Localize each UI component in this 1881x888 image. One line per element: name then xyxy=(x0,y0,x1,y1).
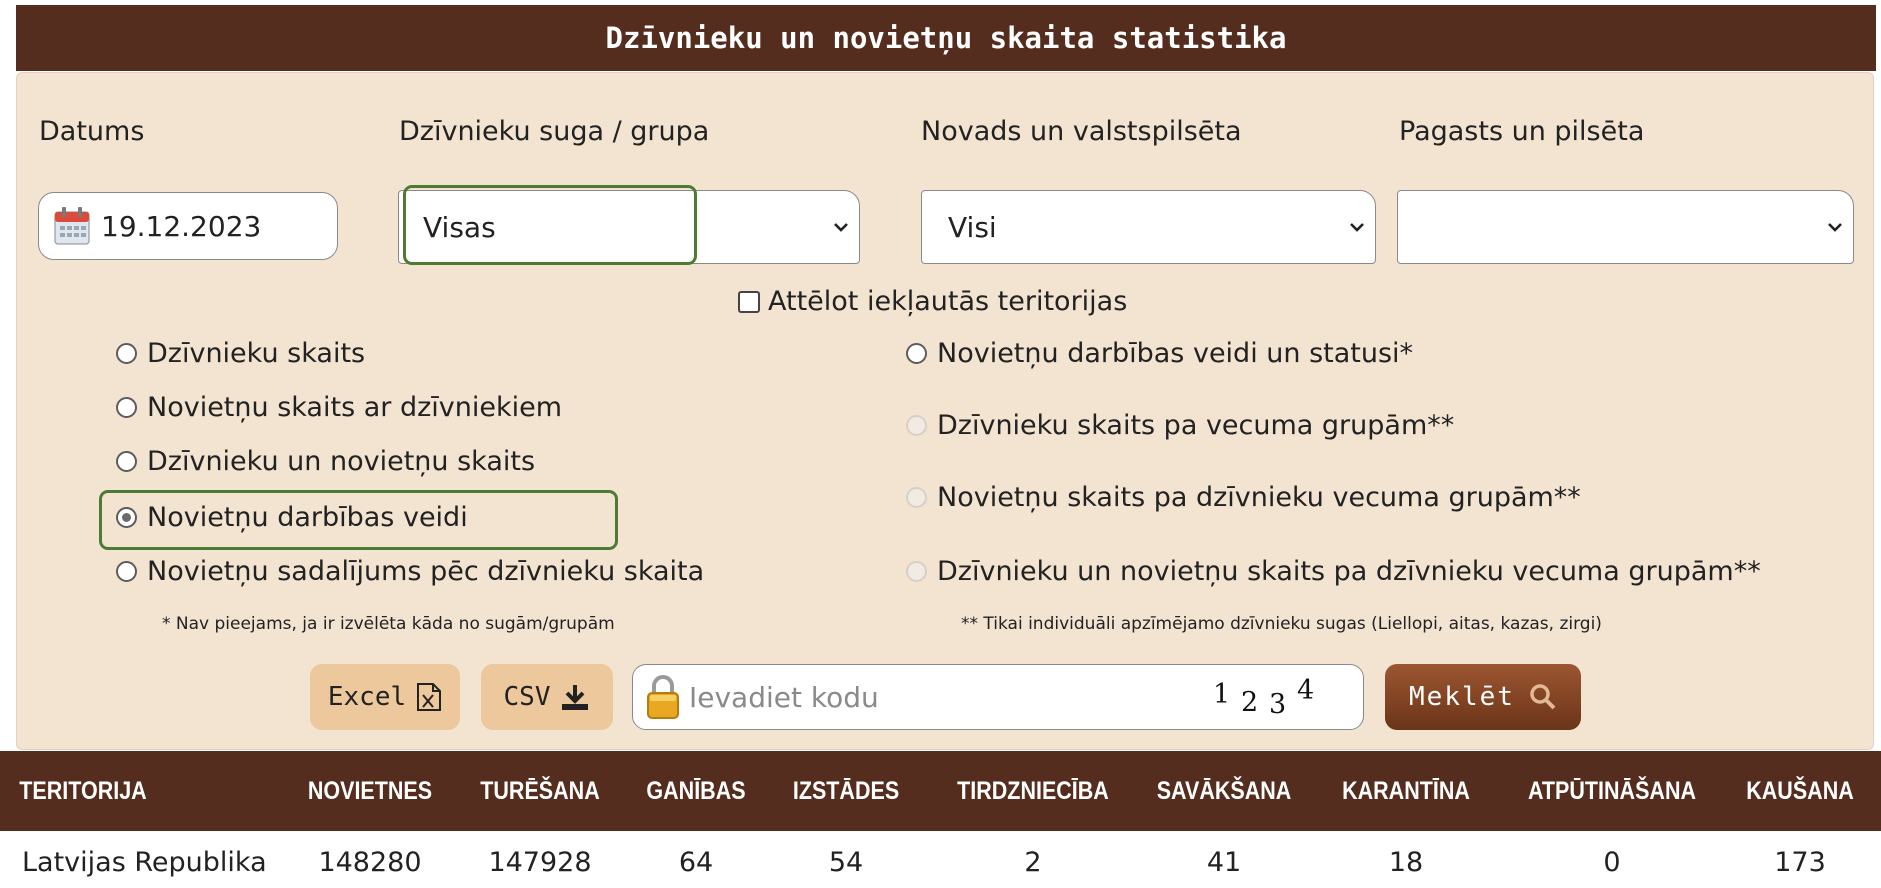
radio-label: Novietņu skaits ar dzīvniekiem xyxy=(147,392,563,423)
radio-button[interactable] xyxy=(906,415,927,436)
radio-label: Novietņu skaits pa dzīvnieku vecuma grup… xyxy=(937,482,1581,513)
captcha-digit: 4 xyxy=(1297,675,1315,706)
search-button[interactable]: Meklēt xyxy=(1385,664,1581,730)
column-header[interactable]: TERITORIJA xyxy=(15,751,151,831)
excel-export-button[interactable]: Excel xyxy=(310,664,460,730)
radio-label: Novietņu sadalījums pēc dzīvnieku skaita xyxy=(147,556,705,587)
column-header[interactable]: TIRDZNIECĪBA xyxy=(948,751,1118,831)
csv-export-button[interactable]: CSV xyxy=(481,664,613,730)
radio-holdings-by-animal-count[interactable]: Novietņu sadalījums pēc dzīvnieku skaita xyxy=(116,556,704,587)
region-label: Novads un valstspilsēta xyxy=(921,116,1242,147)
table-cell: 18 xyxy=(1388,846,1424,878)
radio-holdings-with-animals[interactable]: Novietņu skaits ar dzīvniekiem xyxy=(116,392,562,423)
radio-button[interactable] xyxy=(116,451,137,472)
radio-label: Dzīvnieku skaits pa vecuma grupām** xyxy=(937,410,1455,441)
table-header: TERITORIJA NOVIETNES TURĒŠANA GANĪBAS IZ… xyxy=(0,751,1881,831)
radio-label: Novietņu darbības veidi un statusi* xyxy=(937,338,1414,369)
column-header[interactable]: IZSTĀDES xyxy=(788,751,905,831)
page-title: Dzīvnieku un novietņu skaita statistika xyxy=(16,5,1876,71)
search-button-label: Meklēt xyxy=(1409,682,1515,712)
table-cell: 0 xyxy=(1603,846,1621,878)
excel-button-label: Excel xyxy=(327,682,407,712)
column-header[interactable]: KAUŠANA xyxy=(1738,751,1862,831)
include-territories-label: Attēlot iekļautās teritorijas xyxy=(768,286,1128,317)
species-select[interactable]: Visas xyxy=(398,190,860,264)
parish-select[interactable] xyxy=(1397,190,1854,264)
date-field[interactable]: 19.12.2023 xyxy=(38,192,338,260)
radio-button[interactable] xyxy=(906,487,927,508)
column-header[interactable]: NOVIETNES xyxy=(299,751,440,831)
excel-file-icon xyxy=(417,683,442,711)
column-header[interactable]: ATPŪTINĀŠANA xyxy=(1519,751,1705,831)
radio-holding-activity-types[interactable]: Novietņu darbības veidi xyxy=(116,502,468,533)
code-input[interactable]: Ievadiet kodu 1 2 3 4 xyxy=(632,664,1364,730)
footnote-double-asterisk: ** Tikai individuāli apzīmējamo dzīvniek… xyxy=(961,614,1602,634)
radio-button[interactable] xyxy=(116,507,137,528)
table-cell-territory: Latvijas Republika xyxy=(22,846,267,878)
radio-animals-and-holdings-by-age[interactable]: Dzīvnieku un novietņu skaits pa dzīvniek… xyxy=(906,556,1761,587)
chevron-down-icon xyxy=(1828,223,1842,232)
date-value: 19.12.2023 xyxy=(101,209,262,243)
captcha-image: 1 2 3 4 xyxy=(1213,675,1333,720)
radio-animals-by-age[interactable]: Dzīvnieku skaits pa vecuma grupām** xyxy=(906,410,1454,441)
code-placeholder: Ievadiet kodu xyxy=(689,680,879,714)
radio-button[interactable] xyxy=(906,561,927,582)
checkbox-box[interactable] xyxy=(738,290,760,313)
captcha-digit: 1 xyxy=(1213,679,1231,710)
radio-button[interactable] xyxy=(116,561,137,582)
species-select-value: Visas xyxy=(423,210,496,244)
radio-label: Dzīvnieku skaits xyxy=(147,338,366,369)
species-label: Dzīvnieku suga / grupa xyxy=(399,116,710,147)
column-header[interactable]: TURĒŠANA xyxy=(471,751,609,831)
region-select-value: Visi xyxy=(948,210,997,244)
table-cell: 41 xyxy=(1206,846,1242,878)
radio-button[interactable] xyxy=(906,343,927,364)
column-header[interactable]: GANĪBAS xyxy=(641,751,751,831)
radio-label: Novietņu darbības veidi xyxy=(147,502,468,533)
magnifier-icon xyxy=(1530,684,1556,710)
table-cell: 148280 xyxy=(318,846,422,878)
table-cell: 147928 xyxy=(488,846,592,878)
table-cell: 173 xyxy=(1774,846,1826,878)
radio-label: Dzīvnieku un novietņu skaits pa dzīvniek… xyxy=(937,556,1761,587)
column-header[interactable]: SAVĀKŠANA xyxy=(1153,751,1294,831)
footnote-single-asterisk: * Nav pieejams, ja ir izvēlēta kāda no s… xyxy=(162,614,615,634)
radio-button[interactable] xyxy=(116,397,137,418)
include-territories-checkbox[interactable]: Attēlot iekļautās teritorijas xyxy=(738,286,1127,317)
column-header[interactable]: KARANTĪNA xyxy=(1337,751,1475,831)
download-icon xyxy=(562,685,589,710)
chevron-down-icon xyxy=(834,223,848,232)
table-cell: 54 xyxy=(828,846,864,878)
radio-activity-types-and-statuses[interactable]: Novietņu darbības veidi un statusi* xyxy=(906,338,1413,369)
radio-animal-count[interactable]: Dzīvnieku skaits xyxy=(116,338,365,369)
csv-button-label: CSV xyxy=(503,682,551,712)
radio-button[interactable] xyxy=(116,343,137,364)
chevron-down-icon xyxy=(1350,223,1364,232)
captcha-digit: 2 xyxy=(1241,687,1259,718)
lock-icon xyxy=(645,674,681,720)
region-select[interactable]: Visi xyxy=(921,190,1376,264)
captcha-digit: 3 xyxy=(1269,689,1287,720)
parish-label: Pagasts un pilsēta xyxy=(1399,116,1645,147)
radio-label: Dzīvnieku un novietņu skaits xyxy=(147,446,536,477)
date-label: Datums xyxy=(39,116,145,147)
table-cell: 2 xyxy=(1024,846,1042,878)
radio-animals-and-holdings[interactable]: Dzīvnieku un novietņu skaits xyxy=(116,446,535,477)
table-cell: 64 xyxy=(678,846,714,878)
calendar-icon[interactable] xyxy=(53,206,91,246)
radio-holdings-by-animal-age[interactable]: Novietņu skaits pa dzīvnieku vecuma grup… xyxy=(906,482,1581,513)
